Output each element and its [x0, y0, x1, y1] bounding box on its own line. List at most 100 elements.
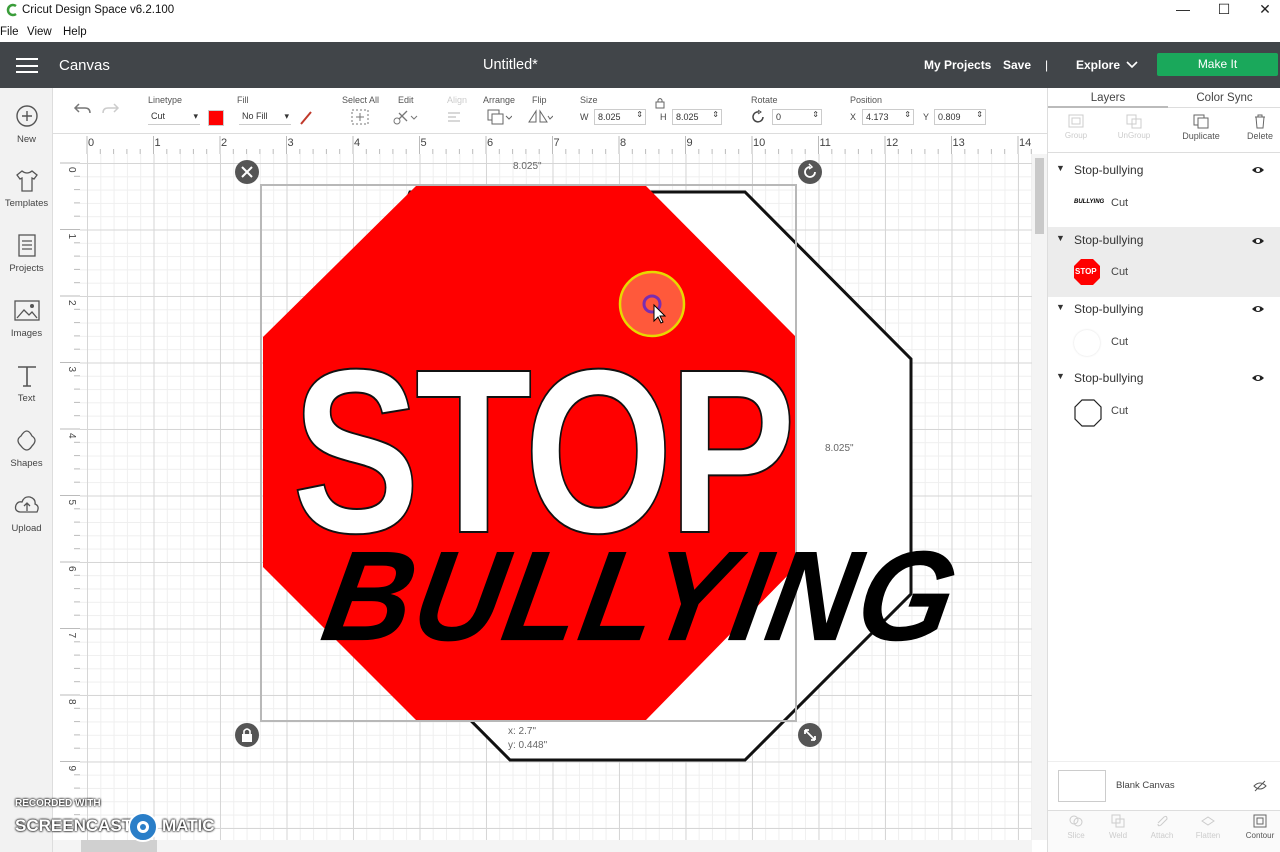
layer-item-label: Cut	[1111, 197, 1129, 209]
dropdown-arrow-icon: ▾	[284, 111, 289, 121]
flip-icon[interactable]	[527, 108, 553, 126]
maximize-icon[interactable]: ☐	[1209, 1, 1239, 18]
plus-circle-icon	[15, 105, 38, 127]
eye-hidden-icon[interactable]	[1253, 780, 1267, 792]
attach-button[interactable]: Attach	[1142, 813, 1182, 840]
caret-down-icon[interactable]: ▼	[1056, 371, 1065, 381]
delete-handle-icon[interactable]	[234, 159, 260, 185]
make-it-button[interactable]: Make It	[1157, 53, 1278, 76]
tab-layers[interactable]: Layers	[1048, 88, 1168, 108]
rotate-handle-icon[interactable]	[797, 159, 823, 185]
stepper-icon[interactable]: ⇕	[636, 110, 643, 119]
watermark-line2: SCREENCAST	[15, 816, 133, 835]
horizontal-scrollbar[interactable]	[53, 840, 1032, 852]
position-x-input[interactable]: 4.173 ⇕	[862, 109, 914, 125]
scrollbar-thumb[interactable]	[1035, 158, 1044, 234]
menu-view[interactable]: View	[27, 26, 52, 38]
my-projects-link[interactable]: My Projects	[924, 58, 991, 72]
menu-bar: File View Help	[0, 22, 1280, 42]
layer-group-header-selected[interactable]: ▼ Stop-bullying STOP Cut	[1048, 227, 1280, 297]
width-input[interactable]: 8.025 ⇕	[594, 109, 646, 125]
vertical-scrollbar[interactable]	[1032, 154, 1047, 840]
section-title: Canvas	[59, 57, 110, 74]
layer-item-label: Cut	[1111, 266, 1129, 278]
layer-group-header[interactable]: ▼ Stop-bullying	[1048, 298, 1280, 322]
layer-item[interactable]: BULLYING Cut	[1048, 183, 1280, 229]
select-all-icon[interactable]	[351, 109, 369, 125]
edit-scissors-icon[interactable]	[393, 109, 419, 125]
sidebar-item-templates[interactable]: Templates	[0, 168, 53, 209]
projects-icon	[17, 234, 36, 257]
stepper-icon[interactable]: ⇕	[712, 110, 719, 119]
group-label: Group	[1064, 131, 1088, 140]
contour-button[interactable]: Contour	[1240, 813, 1280, 840]
position-y-input[interactable]: 0.809 ⇕	[934, 109, 986, 125]
linetype-select[interactable]: Cut ▾	[148, 109, 200, 125]
caret-down-icon[interactable]: ▼	[1056, 302, 1065, 312]
ungroup-button[interactable]: UnGroup	[1114, 113, 1154, 140]
edit-label: Edit	[398, 95, 414, 105]
eye-icon[interactable]	[1251, 373, 1265, 383]
chevron-down-icon[interactable]	[1126, 61, 1138, 69]
shapes-icon	[16, 430, 36, 451]
height-input[interactable]: 8.025 ⇕	[672, 109, 722, 125]
weld-button[interactable]: Weld	[1098, 813, 1138, 840]
width-value: 8.025	[598, 112, 621, 122]
undo-icon[interactable]	[73, 102, 91, 116]
hamburger-menu-icon[interactable]	[16, 58, 38, 73]
tab-color-sync[interactable]: Color Sync	[1168, 88, 1280, 108]
eye-icon[interactable]	[1251, 304, 1265, 314]
slice-icon	[1069, 815, 1083, 827]
rotate-input[interactable]: 0 ⇕	[772, 109, 822, 125]
ungroup-icon	[1126, 114, 1142, 129]
group-button[interactable]: Group	[1058, 113, 1094, 140]
stepper-icon[interactable]: ⇕	[976, 110, 983, 119]
caret-down-icon[interactable]: ▼	[1056, 163, 1065, 173]
lock-aspect-icon[interactable]	[655, 97, 665, 109]
ruler-top-label: 2	[221, 137, 227, 149]
fill-select[interactable]: No Fill ▾	[239, 109, 291, 125]
layer-item[interactable]: Cut	[1048, 322, 1280, 368]
duplicate-button[interactable]: Duplicate	[1176, 113, 1226, 141]
menu-help[interactable]: Help	[63, 26, 87, 38]
resize-handle-icon[interactable]	[797, 722, 823, 748]
explore-menu[interactable]: Explore	[1076, 58, 1120, 72]
fill-pattern-icon[interactable]	[299, 110, 313, 126]
flatten-button[interactable]: Flatten	[1188, 813, 1228, 840]
menu-file[interactable]: File	[0, 26, 19, 38]
redo-icon[interactable]	[102, 102, 120, 116]
blank-canvas-row[interactable]: Blank Canvas	[1048, 761, 1280, 807]
ruler-top-ticks: 0 1 2 3 4 5 6 7 8 9 10 11 12 13 14	[86, 136, 1072, 154]
save-button[interactable]: Save	[1003, 58, 1031, 72]
eye-icon[interactable]	[1251, 236, 1265, 246]
align-icon[interactable]	[446, 110, 470, 124]
sidebar-item-upload[interactable]: Upload	[0, 493, 53, 534]
layer-item-label: Cut	[1111, 405, 1129, 417]
sidebar-item-images[interactable]: Images	[0, 298, 53, 339]
weld-label: Weld	[1108, 831, 1128, 840]
layer-group-header[interactable]: ▼ Stop-bullying	[1048, 159, 1280, 183]
lock-handle-icon[interactable]	[234, 722, 260, 748]
ruler-top-label: 7	[554, 137, 560, 149]
linetype-color-swatch[interactable]	[208, 110, 224, 126]
height-readout: 8.025"	[825, 443, 854, 454]
minimize-icon[interactable]: —	[1168, 1, 1198, 17]
rotate-label: Rotate	[751, 95, 778, 105]
layer-item[interactable]: Cut	[1048, 391, 1280, 437]
sidebar-item-text[interactable]: Text	[0, 363, 53, 404]
caret-down-icon[interactable]: ▼	[1056, 233, 1065, 243]
position-label: Position	[850, 95, 883, 105]
sidebar-item-projects[interactable]: Projects	[0, 233, 53, 274]
slice-button[interactable]: Slice	[1056, 813, 1096, 840]
eye-icon[interactable]	[1251, 165, 1265, 175]
close-window-icon[interactable]: ✕	[1250, 1, 1280, 18]
arrange-icon[interactable]	[486, 108, 512, 126]
sidebar-item-shapes[interactable]: Shapes	[0, 428, 53, 469]
design-canvas[interactable]: STOP BULLYING 8.025" 8.025" x: 2.7" y: 0…	[80, 154, 1032, 840]
layer-group-header[interactable]: ▼ Stop-bullying	[1048, 367, 1280, 391]
sidebar-item-new[interactable]: New	[0, 104, 53, 145]
delete-button[interactable]: Delete	[1240, 113, 1280, 141]
stepper-icon[interactable]: ⇕	[812, 110, 819, 119]
ruler-top-label: 11	[820, 137, 831, 149]
stepper-icon[interactable]: ⇕	[904, 110, 911, 119]
